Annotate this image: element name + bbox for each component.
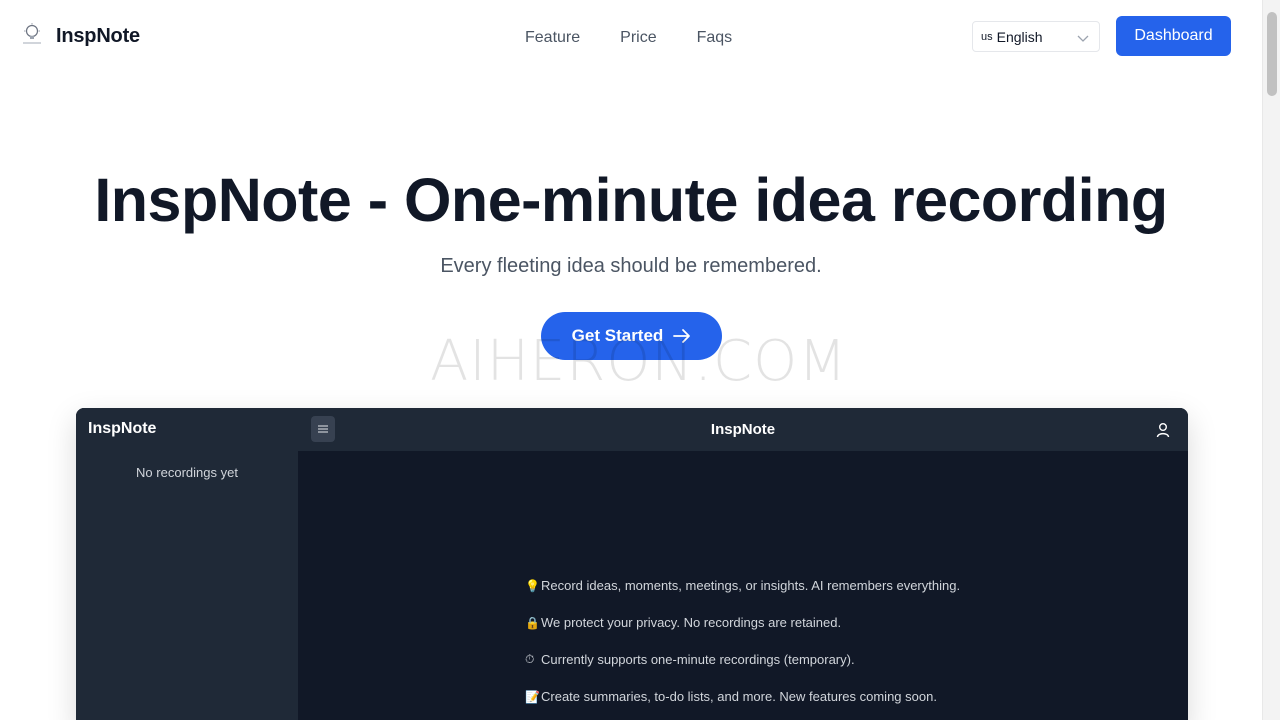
language-select[interactable]: us English — [972, 21, 1100, 52]
arrow-right-icon — [673, 329, 691, 343]
lightbulb-logo-icon — [20, 22, 44, 50]
memo-icon: 📝 — [525, 689, 540, 704]
preview-sidebar: No recordings yet — [76, 451, 298, 720]
timer-icon: ⏱ — [525, 652, 535, 666]
preview-topbar: InspNote InspNote — [76, 408, 1188, 451]
user-icon[interactable] — [1156, 422, 1170, 438]
top-navbar: InspNote Feature Price Faqs us English D… — [0, 0, 1262, 72]
feature-list: 💡 Record ideas, moments, meetings, or in… — [525, 567, 960, 715]
chevron-down-icon — [1077, 31, 1089, 43]
dashboard-button[interactable]: Dashboard — [1116, 16, 1231, 56]
us-flag-icon: us — [981, 30, 993, 43]
nav-link-faqs[interactable]: Faqs — [697, 28, 733, 48]
nav-link-price[interactable]: Price — [620, 28, 656, 48]
brand[interactable]: InspNote — [20, 22, 140, 50]
hero-subtitle: Every fleeting idea should be remembered… — [440, 255, 822, 277]
preview-main: 💡 Record ideas, moments, meetings, or in… — [298, 451, 1188, 720]
feature-text: Record ideas, moments, meetings, or insi… — [541, 578, 961, 593]
feature-item: 📝 Create summaries, to-do lists, and mor… — [525, 678, 960, 715]
hero-title: InspNote - One-minute idea recording — [94, 166, 1168, 234]
feature-item: 🔒 We protect your privacy. No recordings… — [525, 604, 960, 641]
feature-item: 💡 Record ideas, moments, meetings, or in… — [525, 567, 960, 604]
feature-text: Create summaries, to-do lists, and more.… — [541, 689, 937, 704]
preview-title: InspNote — [710, 421, 776, 438]
empty-recordings-text: No recordings yet — [136, 465, 238, 480]
page-scrollbar[interactable] — [1262, 0, 1280, 720]
lock-icon: 🔒 — [525, 615, 540, 630]
get-started-button[interactable]: Get Started — [541, 312, 722, 360]
feature-text: Currently supports one-minute recordings… — [541, 652, 855, 667]
language-label: English — [996, 28, 1043, 45]
app-preview: InspNote InspNote No recordings yet 💡 Re… — [76, 408, 1188, 720]
scrollbar-thumb[interactable] — [1267, 12, 1277, 96]
get-started-label: Get Started — [571, 326, 664, 345]
lightbulb-icon: 💡 — [525, 578, 540, 593]
feature-item: ⏱ Currently supports one-minute recordin… — [525, 641, 960, 678]
main-nav: Feature Price Faqs — [525, 28, 772, 48]
feature-text: We protect your privacy. No recordings a… — [541, 615, 842, 630]
brand-name: InspNote — [56, 24, 140, 47]
nav-link-feature[interactable]: Feature — [525, 28, 580, 48]
